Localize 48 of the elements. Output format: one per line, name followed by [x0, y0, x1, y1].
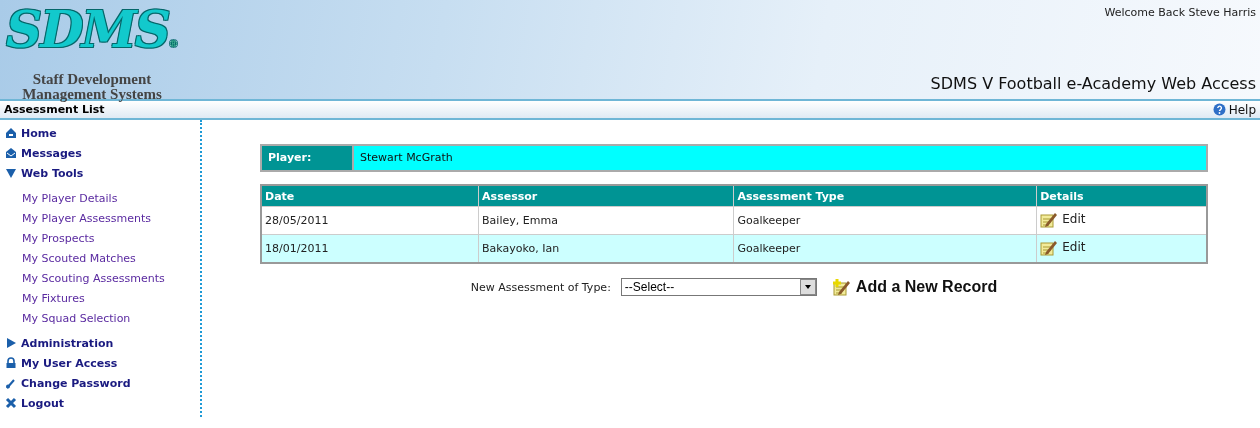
- nav-item[interactable]: Home: [0, 123, 200, 143]
- add-record-link[interactable]: Add a New Record: [832, 278, 998, 296]
- edit-link[interactable]: Edit: [1040, 238, 1086, 256]
- edit-note-icon: [1040, 210, 1059, 228]
- nav-subitem[interactable]: My Prospects: [0, 229, 200, 249]
- column-header: Date: [261, 185, 479, 207]
- table-cell: Bailey, Emma: [478, 206, 734, 235]
- help-icon: [1212, 103, 1226, 116]
- table-cell: Goalkeeper: [734, 234, 1037, 263]
- nav-subitem[interactable]: My Player Assessments: [0, 209, 200, 229]
- nav-subitem[interactable]: My Fixtures: [0, 289, 200, 309]
- key-icon: [5, 377, 17, 389]
- table-cell: Goalkeeper: [734, 206, 1037, 235]
- lock-icon: [5, 357, 17, 369]
- help-link[interactable]: Help: [1212, 102, 1256, 117]
- envelope-icon: [5, 147, 17, 159]
- nav-subitem[interactable]: My Squad Selection: [0, 309, 200, 329]
- column-header: Assessor: [478, 185, 734, 207]
- nav-item[interactable]: Web Tools: [0, 163, 200, 183]
- column-header: Assessment Type: [734, 185, 1037, 207]
- nav-subitem[interactable]: My Player Details: [0, 189, 200, 209]
- nav-item[interactable]: Messages: [0, 143, 200, 163]
- logo-text: SDMS®: [6, 2, 178, 61]
- logo-subtitle: Staff Development: [32, 72, 152, 87]
- nav-item[interactable]: Change Password: [0, 373, 200, 393]
- welcome-text: Welcome Back Steve Harris: [1104, 6, 1256, 19]
- table-cell: 28/05/2011: [261, 206, 479, 235]
- dropdown-icon: [799, 279, 816, 295]
- column-header: Details: [1036, 185, 1207, 207]
- add-note-icon: [832, 278, 851, 296]
- table-cell: 18/01/2011: [261, 234, 479, 263]
- home-icon: [5, 127, 17, 139]
- player-name: Stewart McGrath: [354, 146, 1206, 170]
- nav-subitem[interactable]: My Scouted Matches: [0, 249, 200, 269]
- edit-link[interactable]: Edit: [1040, 210, 1086, 228]
- player-label: Player:: [262, 146, 354, 170]
- nav-item[interactable]: Logout: [0, 393, 200, 413]
- nav-item[interactable]: Administration: [0, 333, 200, 353]
- edit-note-icon: [1040, 238, 1059, 256]
- nav-item[interactable]: My User Access: [0, 353, 200, 373]
- nav-subitem[interactable]: My Scouting Assessments: [0, 269, 200, 289]
- field-label: New Assessment of Type:: [470, 280, 611, 294]
- logo-subtitle: Management Systems: [22, 87, 162, 102]
- type-select[interactable]: --Select--: [620, 278, 817, 296]
- close-icon: [5, 397, 17, 409]
- page-title: Assessment List: [4, 103, 105, 116]
- table-cell: Bakayoko, Ian: [478, 234, 734, 263]
- app-title: SDMS V Football e-Academy Web Access: [930, 74, 1256, 93]
